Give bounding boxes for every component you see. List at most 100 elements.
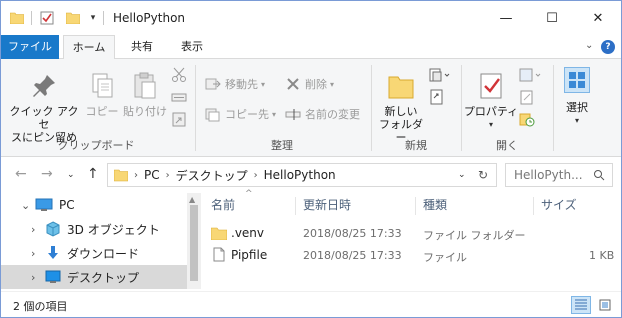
breadcrumb-separator: ›: [253, 169, 258, 181]
new-folder-button[interactable]: 新しい フォルダー: [375, 71, 427, 144]
address-row: ← → ⌄ ↑ › PC › デスクトップ › HelloPython ⌄ ↻ …: [1, 157, 621, 193]
forward-arrow-icon[interactable]: →: [41, 166, 53, 182]
file-name: Pipfile: [231, 248, 268, 262]
status-bar: 2 個の項目: [1, 291, 621, 317]
cut-icon[interactable]: [171, 67, 187, 83]
new-folder-icon[interactable]: [65, 10, 81, 26]
new-item-icon[interactable]: [429, 67, 451, 83]
paste-button[interactable]: 貼り付け: [123, 71, 167, 118]
copy-icon: [87, 71, 117, 101]
properties-button[interactable]: プロパティ ▾: [463, 71, 519, 131]
column-header-size[interactable]: サイズ: [541, 193, 577, 217]
file-date: 2018/08/25 17:33: [303, 249, 402, 262]
column-header-type[interactable]: 種類: [423, 193, 447, 217]
column-separator[interactable]: [295, 197, 296, 215]
expanded-chevron-icon[interactable]: ⌄: [21, 199, 30, 212]
details-view-icon: [575, 299, 587, 310]
open-group-label: 開く: [496, 139, 518, 152]
history-icon[interactable]: [519, 111, 535, 127]
properties-check-icon[interactable]: [39, 10, 55, 26]
organize-group-label: 整理: [271, 139, 293, 152]
edit-icon[interactable]: [519, 89, 535, 105]
download-arrow-icon: [45, 245, 61, 261]
navigation-scrollbar[interactable]: ▲: [187, 193, 201, 289]
pin-icon: [29, 71, 59, 101]
new-folder-icon: [386, 71, 416, 101]
address-bar[interactable]: › PC › デスクトップ › HelloPython ⌄ ↻: [107, 163, 497, 187]
file-row[interactable]: Pipfile 2018/08/25 17:33 ファイル 1 KB: [209, 245, 619, 267]
breadcrumb-hellopython[interactable]: HelloPython: [264, 168, 336, 182]
tab-view[interactable]: 表示: [169, 35, 215, 59]
properties-icon: [476, 71, 506, 101]
new-group-label: 新規: [405, 139, 427, 152]
scrollbar-thumb[interactable]: [190, 205, 198, 281]
easy-access-icon[interactable]: [429, 89, 445, 105]
ribbon-expand-chevron-icon[interactable]: ⌄: [585, 40, 593, 51]
address-dropdown-icon[interactable]: ⌄: [458, 170, 466, 180]
file-type: ファイル フォルダー: [423, 229, 526, 242]
select-button[interactable]: 選択 ▾: [557, 67, 597, 127]
up-arrow-icon[interactable]: ↑: [87, 166, 99, 182]
column-separator[interactable]: [415, 197, 416, 215]
maximize-button[interactable]: ☐: [529, 1, 575, 35]
tab-home[interactable]: ホーム: [63, 35, 115, 60]
refresh-icon[interactable]: ↻: [478, 168, 488, 182]
quick-access-dropdown-icon[interactable]: ▾: [87, 10, 99, 26]
properties-label: プロパティ: [463, 105, 519, 118]
delete-button[interactable]: 削除 ▾: [285, 75, 334, 93]
breadcrumb-pc[interactable]: PC: [144, 168, 160, 182]
paste-icon: [130, 71, 160, 101]
paste-shortcut-icon[interactable]: [171, 111, 187, 127]
copy-button[interactable]: コピー: [85, 71, 119, 118]
copy-to-button[interactable]: コピー先 ▾: [205, 105, 276, 123]
file-row[interactable]: .venv 2018/08/25 17:33 ファイル フォルダー: [209, 223, 619, 245]
collapsed-chevron-icon[interactable]: ›: [31, 223, 35, 236]
nav-item-pc[interactable]: ⌄ PC: [1, 193, 187, 217]
tab-file[interactable]: ファイル: [1, 35, 59, 59]
file-date: 2018/08/25 17:33: [303, 227, 402, 240]
select-dropdown-icon: ▾: [574, 116, 579, 125]
help-icon[interactable]: ?: [601, 40, 615, 54]
folder-icon: [210, 226, 228, 241]
recent-locations-chevron-icon[interactable]: ⌄: [67, 170, 75, 180]
group-separator: [195, 65, 196, 151]
column-header-name[interactable]: 名前: [211, 193, 235, 217]
copy-path-icon[interactable]: [171, 89, 187, 105]
window-title: HelloPython: [113, 11, 186, 25]
scroll-up-icon[interactable]: ▲: [189, 195, 195, 204]
file-size: 1 KB: [589, 249, 615, 262]
folder-icon: [9, 10, 25, 26]
properties-dropdown-icon: ▾: [488, 120, 493, 129]
column-header-date[interactable]: 更新日時: [303, 193, 351, 217]
search-icon[interactable]: [593, 169, 605, 181]
explorer-window: ▾ HelloPython — ☐ ✕ ファイル ホーム 共有 表示 ⌄ ? ク…: [0, 0, 622, 318]
group-separator: [371, 65, 372, 151]
paste-label: 貼り付け: [123, 105, 167, 118]
close-button[interactable]: ✕: [575, 1, 621, 35]
open-icon[interactable]: [519, 67, 543, 83]
large-icons-view-button[interactable]: [595, 296, 615, 314]
move-to-button[interactable]: 移動先 ▾: [205, 75, 265, 93]
tab-share[interactable]: 共有: [119, 35, 165, 59]
nav-item-3d-objects[interactable]: › 3D オブジェクト: [1, 217, 187, 241]
delete-x-icon: [285, 76, 301, 92]
breadcrumb-separator: ›: [165, 169, 170, 181]
3d-objects-icon: [45, 221, 61, 237]
pin-label-line1: クイック アクセ: [9, 105, 79, 131]
details-view-button[interactable]: [571, 296, 591, 314]
folder-icon: [113, 168, 129, 182]
collapsed-chevron-icon[interactable]: ›: [31, 247, 35, 260]
breadcrumb-desktop[interactable]: デスクトップ: [176, 167, 248, 184]
move-to-icon: [205, 76, 221, 92]
back-arrow-icon[interactable]: ←: [15, 166, 27, 182]
rename-button[interactable]: 名前の変更: [285, 105, 360, 123]
column-separator[interactable]: [533, 197, 534, 215]
pin-quick-access-button[interactable]: クイック アクセ スにピン留め: [7, 71, 81, 144]
nav-item-downloads[interactable]: › ダウンロード: [1, 241, 187, 265]
pc-icon: [35, 198, 53, 212]
nav-item-desktop[interactable]: › デスクトップ: [1, 265, 187, 289]
minimize-button[interactable]: —: [483, 1, 529, 35]
clipboard-group-label: クリップボード: [57, 139, 135, 152]
collapsed-chevron-icon[interactable]: ›: [31, 271, 35, 284]
large-icons-view-icon: [599, 299, 611, 311]
